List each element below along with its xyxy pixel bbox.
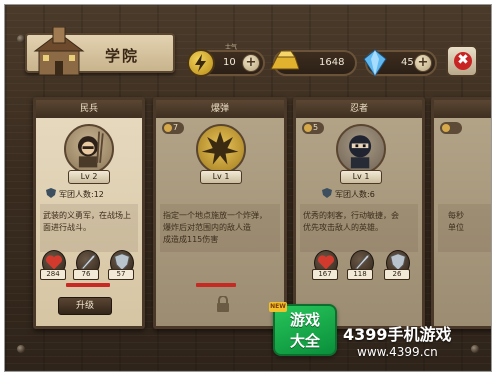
unlock-level: 5 [313,123,319,132]
militia-portrait [64,124,114,174]
defense-value: 57 [108,269,134,280]
troop-count: 军团人数:6 [322,188,375,200]
lock-icon [217,296,229,312]
unit-card-ninja[interactable]: 忍者 5 Lv 1 军团人数:6 优秀的刺客，行动敏捷，会 优先攻击敌人的英雄。… [293,97,425,329]
card-title: 爆弹 [156,100,284,118]
unit-card-partial[interactable]: 每秒 单位 [431,97,491,329]
gold-resource: 1648 [270,50,357,76]
card-title: 忍者 [296,100,422,118]
gold-bar-icon [269,49,300,77]
unlock-level-badge: 5 [302,122,324,134]
unit-description: 每秒 单位 [448,211,464,232]
unlock-cost-bar [196,283,236,287]
defense-value: 26 [384,269,410,280]
rivet [17,35,25,43]
attack-value: 76 [73,269,99,280]
unit-description: 优秀的刺客，行动敏捷，会 优先攻击敌人的英雄。 [303,211,399,232]
health-value: 284 [40,269,66,280]
card-title: 民兵 [36,100,142,118]
game-screen: 学院 士气 10 + 1648 45 + ✖ 民兵 Lv 2 军团人数:12 武… [4,4,492,372]
card-title [434,100,491,118]
rivet [471,345,479,353]
energy-value: 10 [223,57,236,68]
watermark-brand: 4399手机游戏 [343,325,452,344]
crystal-value: 45 [401,57,414,68]
gold-value: 1648 [319,57,345,68]
energy-plus-button[interactable]: + [242,54,260,72]
health-value: 167 [312,269,338,280]
academy-building-icon [33,27,85,76]
crystal-icon [361,49,389,77]
page-title: 学院 [105,47,140,65]
ninja-portrait [336,124,386,174]
close-icon: ✖ [454,52,472,70]
crystal-resource: 45 + [363,49,437,77]
crystal-plus-button[interactable]: + [414,54,432,72]
rivet [17,345,25,353]
attack-value: 118 [347,269,373,280]
troop-count: 军团人数:12 [46,188,104,200]
energy-resource: 10 + [187,49,265,77]
unit-card-militia[interactable]: 民兵 Lv 2 军团人数:12 武装的义勇军，在战场上 面进行战斗。 284 7… [33,97,145,329]
coin-icon [164,124,172,132]
shield-icon [322,188,332,198]
lightning-icon [187,49,215,77]
troop-count-text: 军团人数:6 [335,190,375,199]
level-badge: Lv 2 [68,170,110,184]
unit-description: 武装的义勇军，在战场上 面进行战斗。 [43,211,131,232]
logo-line-1: 游戏 [289,311,320,329]
upgrade-button[interactable]: 升级 [58,297,112,315]
watermark-url: www.4399.cn [357,345,438,359]
close-button[interactable]: ✖ [446,45,478,77]
shield-icon [46,188,56,198]
coin-icon [304,124,312,132]
troop-count-text: 军团人数:12 [59,190,104,199]
level-badge: Lv 1 [200,170,242,184]
unlock-level-badge [440,122,462,134]
academy-title-banner: 学院 [25,27,175,76]
unit-description: 指定一个地点施放一个炸弹， 爆炸后对范围内的敌人造 成造成115伤害 [163,211,267,244]
upgrade-cost-bar [66,283,110,287]
coin-icon [442,124,450,132]
bomb-explosion-icon [196,124,246,174]
level-badge: Lv 1 [340,170,382,184]
logo-line-2: 大全 [289,332,320,350]
unit-card-bomb[interactable]: 爆弹 7 Lv 1 指定一个地点施放一个炸弹， 爆炸后对范围内的敌人造 成造成1… [153,97,287,329]
game-center-logo: NEW 游戏 大全 [269,302,337,356]
unlock-level: 7 [173,123,179,132]
unlock-level-badge: 7 [162,122,184,134]
